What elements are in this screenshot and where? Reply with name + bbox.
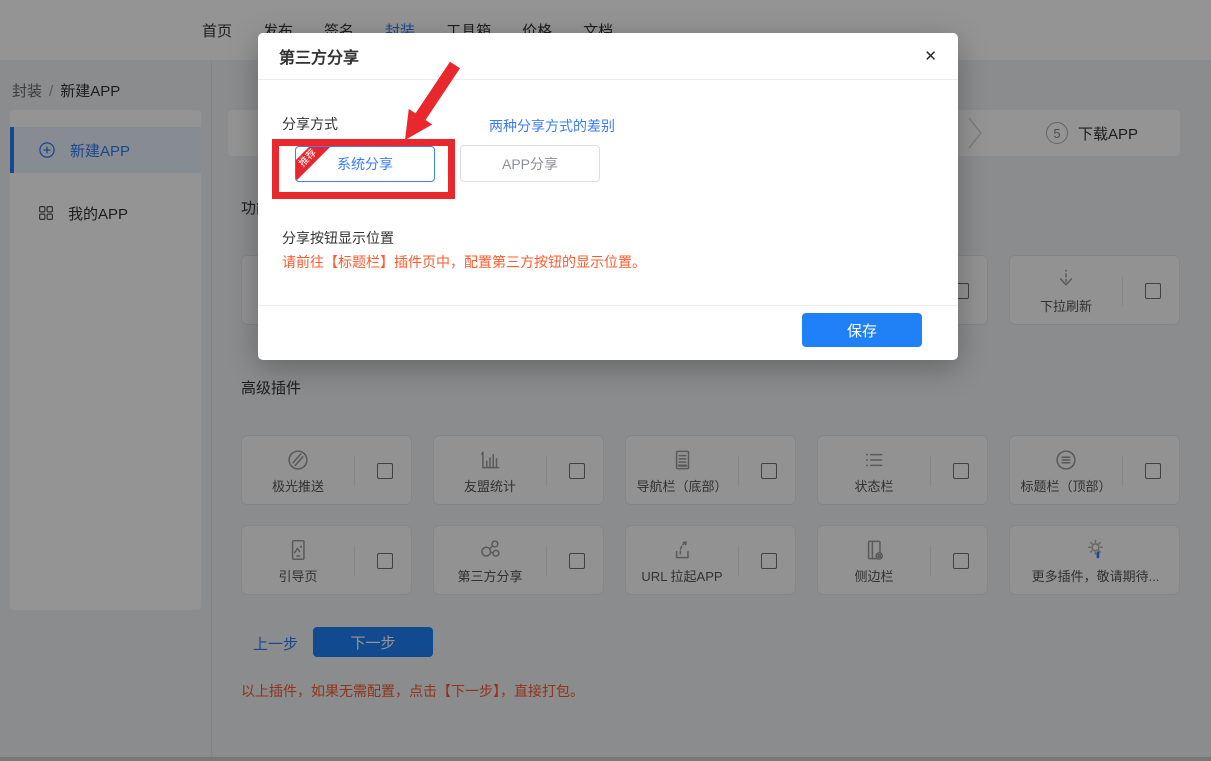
button-position-label: 分享按钮显示位置: [282, 228, 394, 248]
share-option-system[interactable]: 推荐 系统分享: [295, 146, 435, 182]
dialog-header: 第三方分享 ✕: [258, 33, 958, 80]
save-button[interactable]: 保存: [802, 313, 922, 347]
close-icon[interactable]: ✕: [924, 47, 937, 65]
button-position-hint: 请前往【标题栏】插件页中，配置第三方按钮的显示位置。: [282, 252, 646, 272]
share-option-app-label: APP分享: [502, 154, 558, 174]
share-option-system-label: 系统分享: [337, 154, 393, 174]
third-party-share-dialog: 第三方分享 ✕ 分享方式 两种分享方式的差别 推荐 系统分享 APP分享 分享按…: [258, 33, 958, 360]
share-option-app[interactable]: APP分享: [460, 145, 600, 182]
share-mode-label: 分享方式: [282, 114, 338, 134]
recommend-ribbon: 推荐: [295, 146, 333, 182]
share-mode-diff-link[interactable]: 两种分享方式的差别: [489, 116, 615, 136]
dialog-title: 第三方分享: [279, 44, 359, 68]
dialog-footer-divider: [258, 305, 958, 306]
